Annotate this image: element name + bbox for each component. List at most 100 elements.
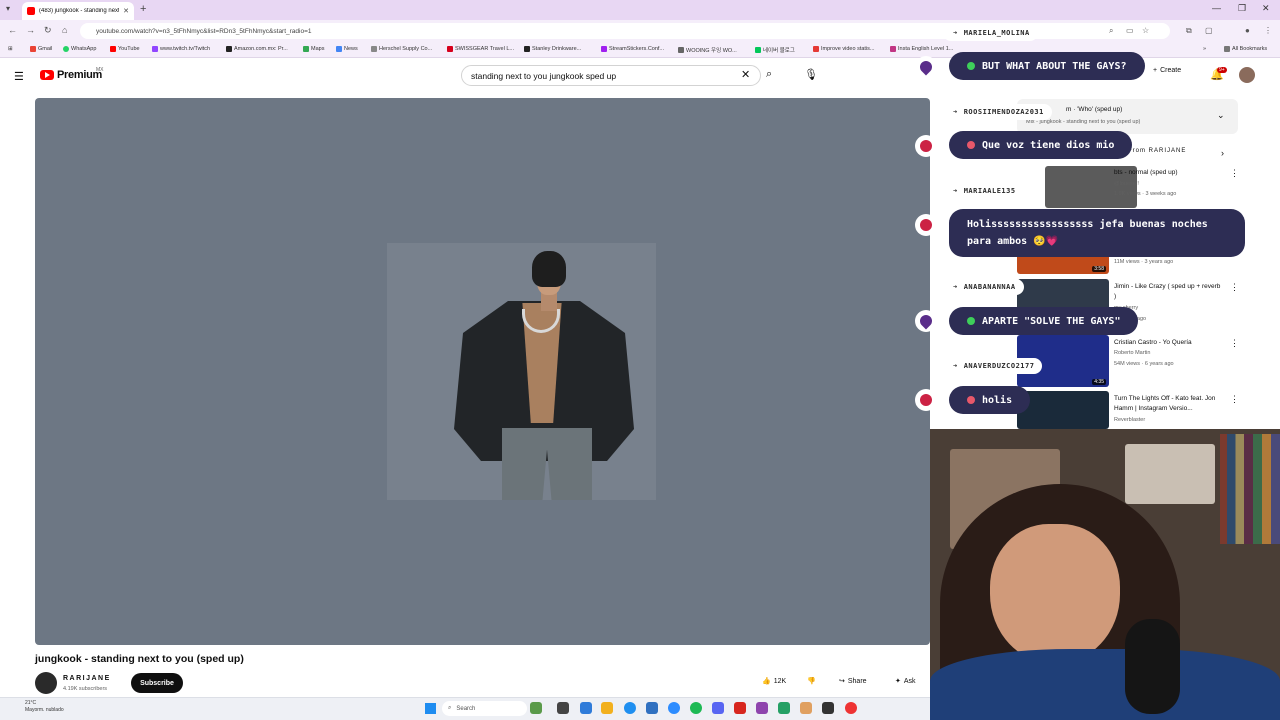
rec-thumbnail[interactable]: 3:58 [1017,254,1109,274]
paint-app-icon[interactable] [800,702,812,714]
more-options-icon[interactable]: ⋮ [1230,282,1239,293]
rec-title[interactable]: Cristian Castro - Yo Quería [1114,338,1224,348]
tab-search-icon[interactable]: ▾ [6,4,10,13]
close-window-icon[interactable]: ✕ [1262,3,1270,14]
bookmark-gmail[interactable]: Gmail [30,46,52,52]
bookmark-whatsapp[interactable]: WhatsApp [63,46,96,52]
discord-app-icon[interactable] [712,702,724,714]
reload-icon[interactable]: ↻ [44,25,52,36]
rec-thumbnail[interactable] [1017,391,1109,429]
hamburger-menu-icon[interactable]: ☰ [14,70,24,83]
video-player[interactable] [35,98,930,645]
bookmark-streamstickers[interactable]: StreamStickers.Conf... [601,46,664,52]
arrow-right-icon: ➜ [953,108,958,116]
search-input[interactable]: standing next to you jungkook sped up [461,65,761,86]
chat-user-badge [915,310,937,332]
like-button[interactable]: 👍 12K [762,677,786,686]
arrow-right-icon: ➜ [953,362,958,370]
subscribe-button[interactable]: Subscribe [131,673,183,693]
notification-count-badge: 9+ [1217,67,1227,73]
channel-avatar[interactable] [35,672,57,694]
arrow-right-icon: ➜ [953,29,958,37]
chat-username: ➜ MARIAALE135 [943,183,1024,199]
taskbar-search[interactable]: ⌕ Search [442,701,527,716]
obs-app-icon[interactable] [756,702,768,714]
bookmark-amazon[interactable]: Amazon.com.mx: Pr... [226,46,288,52]
chip-from-channel[interactable]: From RARIJANE [1128,148,1186,154]
microphone-icon[interactable]: 🎙 [804,68,818,81]
file-explorer-icon[interactable] [601,702,613,714]
account-avatar[interactable] [1239,67,1255,83]
cast-icon[interactable]: ▭ [1126,26,1134,35]
more-options-icon[interactable]: ⋮ [1230,168,1239,179]
profile-switch-icon[interactable]: ▢ [1205,26,1213,35]
back-icon[interactable]: ← [8,25,17,35]
rec-title[interactable]: bts - normal (sped up) [1114,168,1224,178]
minimize-icon[interactable]: — [1212,3,1221,13]
bookmark-herschel[interactable]: Herschel Supply Co... [371,46,432,52]
weather-widget[interactable]: 21°C Mayorm. nublado [25,700,64,714]
whatsapp-app-icon[interactable] [778,702,790,714]
chevron-right-icon[interactable]: › [1221,148,1224,158]
share-button[interactable]: ↪ Share [839,677,867,686]
region-code: MX [96,67,104,73]
browser-tab-youtube[interactable]: (483) jungkook - standing next ✕ [22,2,134,20]
bookmark-maps[interactable]: Maps [303,46,324,52]
bookmark-youtube[interactable]: YouTube [110,46,140,52]
bookmark-insta-english[interactable]: Insta English Level 1... [890,46,953,52]
tab-close-icon[interactable]: ✕ [123,7,129,15]
new-tab-icon[interactable]: + [140,3,146,15]
widgets-app-icon[interactable] [530,702,542,714]
chat-message: Que voz tiene dios mio [949,131,1133,159]
share-icon: ↪ [839,678,845,685]
bookmark-wooing[interactable]: WOOING 우잉 WO... [678,46,737,54]
home-icon[interactable]: ⌂ [62,25,67,35]
windows-start-icon[interactable] [425,703,436,714]
rec-meta: 54M views · 6 years ago [1114,361,1174,367]
task-view-icon[interactable] [557,702,569,714]
spotify-app-icon[interactable] [690,702,702,714]
acrobat-app-icon[interactable] [734,702,746,714]
cover-figure-hair [532,251,566,287]
browser-avatar[interactable]: ● [1245,26,1250,35]
chat-user-badge [915,389,937,411]
chat-user-badge [915,214,937,236]
bookmarks-more-icon[interactable]: » [1203,46,1206,52]
bookmark-news[interactable]: News [336,46,358,52]
create-button[interactable]: + Create [1153,67,1181,74]
bookmark-stanley[interactable]: Stanley Drinkware... [524,46,581,52]
all-bookmarks[interactable]: All Bookmarks [1224,46,1267,52]
video-title: jungkook - standing next to you (sped up… [35,653,244,665]
search-icon[interactable]: ⌕ [766,68,772,81]
ask-button[interactable]: ✦ Ask [895,677,916,686]
url-text: youtube.com/watch?v=n3_5tFhNmyc&list=RDn… [96,27,312,35]
store-app-icon[interactable] [646,702,658,714]
edge-app-icon[interactable] [624,702,636,714]
clear-search-icon[interactable]: ✕ [741,68,750,81]
capcut-app-icon[interactable] [822,702,834,714]
arrow-right-icon: ➜ [953,283,958,291]
forward-icon[interactable]: → [26,25,35,35]
bookmark-twitch[interactable]: www.twitch.tv/Twitch [152,46,210,52]
zoom-icon[interactable]: ⌕ [1109,26,1113,36]
bookmark-swissgear[interactable]: SWISSGEAR Travel L... [447,46,514,52]
maximize-icon[interactable]: ❐ [1238,3,1246,14]
rec-title[interactable]: Jimin - Like Crazy ( sped up + reverb ) [1114,282,1224,302]
more-options-icon[interactable]: ⋮ [1230,394,1239,405]
dislike-button[interactable]: 👎 [807,677,816,685]
chrome-app-icon[interactable] [845,702,857,714]
rec-title[interactable]: Turn The Lights Off - Kato feat. Jon Ham… [1114,394,1224,414]
zoom-app-icon[interactable] [668,702,680,714]
channel-name[interactable]: RARIJANE [63,675,111,682]
more-options-icon[interactable]: ⋮ [1230,338,1239,349]
arrow-right-icon: ➜ [953,187,958,195]
youtube-premium-logo[interactable]: Premium [40,69,102,81]
bookmarks-apps-icon[interactable]: ⊞ [8,46,13,52]
bookmark-naver[interactable]: 네이버 블로그 [755,46,795,54]
chevron-down-icon[interactable]: ⌄ [1217,110,1225,121]
bookmark-star-icon[interactable]: ☆ [1142,26,1149,35]
bookmark-improve-video[interactable]: Improve video statis... [813,46,875,52]
copilot-app-icon[interactable] [580,702,592,714]
extensions-icon[interactable]: ⧉ [1186,26,1192,36]
browser-menu-icon[interactable]: ⋮ [1264,26,1272,35]
